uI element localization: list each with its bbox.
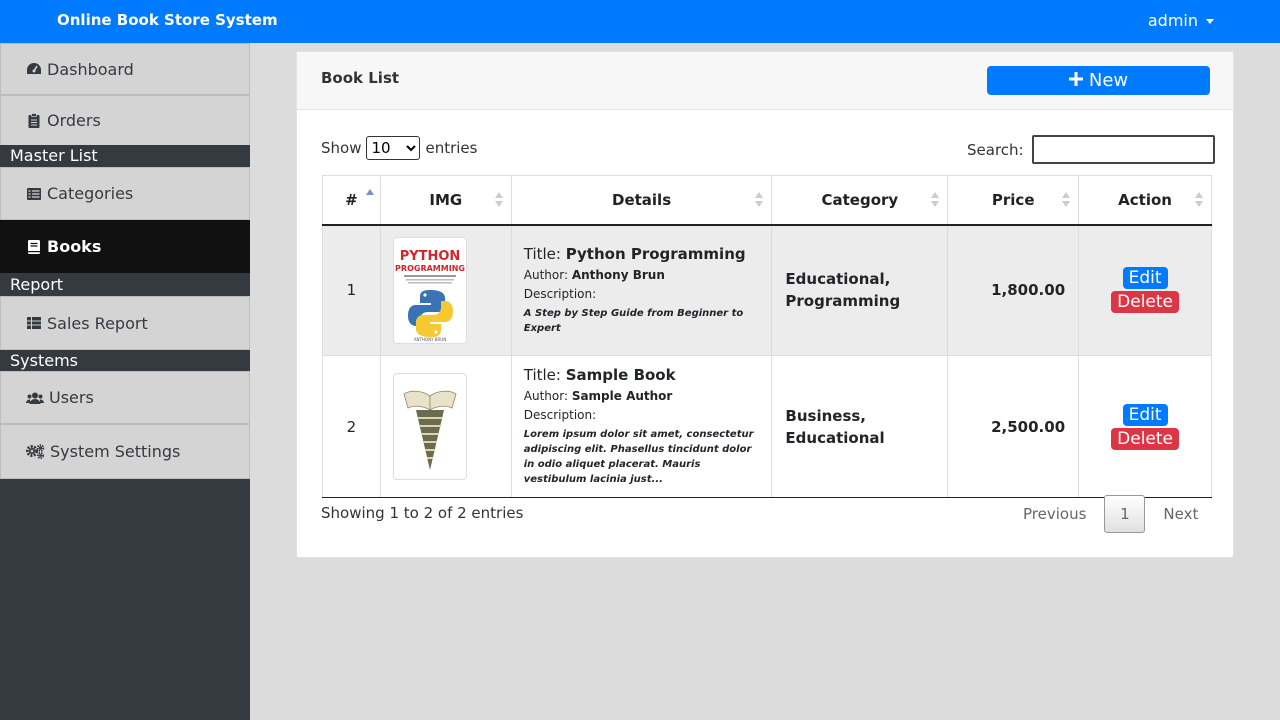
- next-page-button[interactable]: Next: [1163, 505, 1198, 523]
- sort-icon: [755, 192, 764, 208]
- book-cover-sample: [392, 373, 467, 480]
- row-actions: Edit Delete: [1078, 355, 1212, 498]
- column-header-category[interactable]: Category: [771, 175, 949, 226]
- entries-label: entries: [425, 139, 478, 157]
- description-label: Description:: [523, 286, 597, 301]
- brand-title[interactable]: Online Book Store System: [57, 11, 278, 29]
- new-button-label: New: [1088, 70, 1129, 91]
- sidebar-item-system-settings[interactable]: System Settings: [0, 424, 250, 479]
- row-price: 2,500.00: [947, 355, 1080, 498]
- title-label: Title:: [523, 244, 561, 263]
- search-input[interactable]: [1031, 135, 1215, 164]
- book-title: Sample Book: [565, 366, 676, 384]
- book-icon: [26, 239, 42, 254]
- row-number: 1: [322, 224, 381, 356]
- book-author: Anthony Brun: [571, 267, 665, 282]
- sidebar-item-label: Dashboard: [47, 59, 134, 79]
- row-image-cell: PYTHON PROGRAMMING ANTHONY BRUN: [379, 224, 512, 356]
- search-control: Search:: [967, 135, 1215, 164]
- sidebar-item-label: Categories: [47, 184, 134, 203]
- column-header-number[interactable]: #: [322, 175, 381, 226]
- svg-text:PYTHON: PYTHON: [400, 249, 461, 264]
- row-image-cell: [379, 355, 512, 498]
- table-row: 2 Title: Sample Book Author: Sample Auth…: [322, 355, 1212, 498]
- column-header-action[interactable]: Action: [1078, 175, 1212, 226]
- sidebar-item-label: Sales Report: [47, 313, 148, 333]
- sidebar-item-sales-report[interactable]: Sales Report: [0, 296, 250, 350]
- table-info: Showing 1 to 2 of 2 entries: [321, 504, 524, 522]
- sidebar-item-orders[interactable]: Orders: [0, 95, 250, 146]
- card-header: Book List New: [297, 52, 1233, 110]
- delete-button[interactable]: Delete: [1111, 427, 1179, 450]
- tachometer-icon: [26, 62, 42, 76]
- column-header-price[interactable]: Price: [947, 175, 1080, 226]
- row-number: 2: [322, 355, 381, 498]
- delete-button[interactable]: Delete: [1111, 291, 1179, 314]
- books-table: # IMG Details Category Price Action 1 PY…: [322, 175, 1212, 498]
- edit-button[interactable]: Edit: [1122, 403, 1168, 426]
- book-description: A Step by Step Guide from Beginner to Ex…: [523, 307, 744, 334]
- row-actions: Edit Delete: [1078, 224, 1212, 356]
- sidebar: Dashboard Orders Master List Categories …: [0, 43, 250, 720]
- sidebar-item-dashboard[interactable]: Dashboard: [0, 43, 250, 95]
- description-label: Description:: [523, 408, 597, 422]
- cogs-icon: [26, 444, 45, 459]
- search-label: Search:: [967, 140, 1024, 159]
- row-details: Title: Sample Book Author: Sample Author…: [510, 355, 773, 498]
- sidebar-item-label: System Settings: [50, 442, 181, 461]
- row-price: 1,800.00: [947, 224, 1080, 356]
- sort-icon: [931, 192, 940, 208]
- sidebar-item-label: Books: [47, 237, 102, 256]
- sidebar-item-label: Users: [49, 388, 94, 407]
- svg-text:PROGRAMMING: PROGRAMMING: [395, 264, 465, 273]
- sidebar-item-categories[interactable]: Categories: [0, 167, 250, 220]
- card-title: Book List: [321, 69, 400, 87]
- sort-ascending-icon: [365, 189, 374, 205]
- svg-text:ANTHONY BRUN: ANTHONY BRUN: [414, 337, 446, 342]
- caret-down-icon: [1206, 19, 1214, 24]
- title-label: Title:: [523, 366, 561, 384]
- sort-icon: [1062, 192, 1071, 208]
- book-author: Sample Author: [571, 389, 673, 403]
- table-icon: [26, 317, 42, 329]
- edit-button[interactable]: Edit: [1122, 267, 1168, 290]
- column-header-details[interactable]: Details: [510, 175, 773, 226]
- clipboard-icon: [26, 113, 42, 128]
- top-navbar: Online Book Store System admin: [0, 0, 1280, 43]
- list-icon: [26, 187, 42, 200]
- row-details: Title: Python Programming Author: Anthon…: [510, 224, 773, 356]
- pagination: Previous 1 Next: [1023, 495, 1198, 533]
- new-book-button[interactable]: New: [987, 66, 1210, 95]
- sidebar-item-label: Orders: [47, 111, 101, 130]
- book-cover-python: PYTHON PROGRAMMING ANTHONY BRUN: [392, 236, 467, 344]
- row-category: Business, Educational: [771, 355, 949, 498]
- table-row: 1 PYTHON PROGRAMMING ANTHONY BRUN Title:…: [322, 224, 1212, 356]
- book-title: Python Programming: [565, 244, 746, 263]
- entries-select[interactable]: 10: [366, 136, 421, 160]
- book-description: Lorem ipsum dolor sit amet, consectetur …: [523, 429, 754, 485]
- user-name: admin: [1147, 11, 1198, 30]
- users-icon: [26, 392, 44, 404]
- plus-icon: [1068, 70, 1083, 91]
- author-label: Author:: [523, 267, 568, 282]
- section-header-systems: Systems: [0, 350, 250, 372]
- sort-icon: [494, 192, 503, 208]
- sidebar-item-users[interactable]: Users: [0, 371, 250, 424]
- section-header-master-list: Master List: [0, 145, 250, 167]
- sort-icon: [1195, 192, 1203, 208]
- user-menu[interactable]: admin: [1148, 11, 1214, 30]
- show-label: Show: [321, 139, 362, 157]
- row-category: Educational, Programming: [771, 224, 949, 356]
- entries-length-control: Show 10 entries: [321, 136, 477, 160]
- author-label: Author:: [523, 389, 568, 403]
- previous-page-button[interactable]: Previous: [1023, 505, 1086, 523]
- page-1-button[interactable]: 1: [1104, 495, 1146, 533]
- section-header-report: Report: [0, 274, 250, 296]
- column-header-img[interactable]: IMG: [379, 175, 512, 226]
- book-list-card: Book List New Show 10 entries Search: # …: [296, 51, 1234, 558]
- sidebar-item-books[interactable]: Books: [0, 220, 250, 273]
